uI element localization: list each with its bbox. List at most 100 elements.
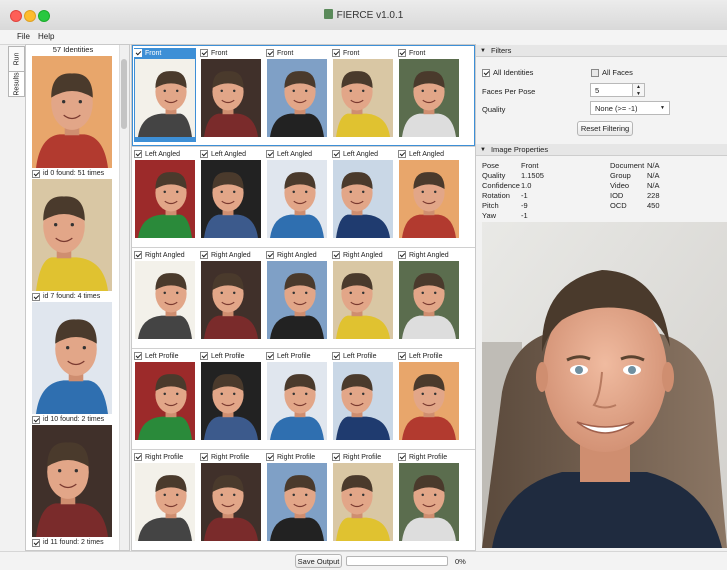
face-thumbnail[interactable] bbox=[135, 59, 195, 137]
face-tile[interactable]: Front bbox=[398, 48, 460, 142]
face-thumbnail[interactable] bbox=[333, 59, 393, 137]
face-thumbnail[interactable] bbox=[333, 261, 393, 339]
face-thumbnail[interactable] bbox=[399, 261, 459, 339]
tile-checkbox[interactable] bbox=[398, 352, 406, 360]
identities-scrollbar[interactable] bbox=[119, 45, 129, 550]
all-faces-check[interactable] bbox=[591, 68, 599, 77]
tile-checkbox[interactable] bbox=[134, 453, 142, 461]
tile-checkbox[interactable] bbox=[398, 49, 406, 57]
tile-checkbox[interactable] bbox=[332, 49, 340, 57]
face-tile[interactable]: Left Angled bbox=[332, 149, 394, 243]
stepper-up-icon[interactable]: ▲ bbox=[633, 84, 644, 91]
face-tile[interactable]: Right Profile bbox=[266, 452, 328, 546]
identity-card[interactable]: id 7 found: 4 times bbox=[32, 179, 112, 302]
face-thumbnail[interactable] bbox=[399, 59, 459, 137]
face-tile[interactable]: Front bbox=[332, 48, 394, 142]
tile-checkbox[interactable] bbox=[266, 352, 274, 360]
tile-checkbox[interactable] bbox=[134, 150, 142, 158]
tile-checkbox[interactable] bbox=[200, 49, 208, 57]
identity-checkbox[interactable] bbox=[32, 538, 40, 547]
face-thumbnail[interactable] bbox=[333, 463, 393, 541]
face-thumbnail[interactable] bbox=[201, 59, 261, 137]
all-faces-checkbox[interactable]: All Faces bbox=[591, 68, 633, 77]
face-tile[interactable]: Front bbox=[134, 48, 196, 142]
face-tile[interactable]: Right Angled bbox=[398, 250, 460, 344]
all-identities-checkbox[interactable]: All Identities bbox=[482, 68, 533, 77]
face-thumbnail[interactable] bbox=[135, 463, 195, 541]
faces-per-pose-stepper[interactable]: ▲ ▼ bbox=[633, 83, 645, 97]
face-tile[interactable]: Left Angled bbox=[266, 149, 328, 243]
face-thumbnail[interactable] bbox=[399, 463, 459, 541]
face-tile[interactable]: Right Profile bbox=[398, 452, 460, 546]
identity-thumbnail[interactable] bbox=[32, 425, 112, 537]
face-thumbnail[interactable] bbox=[201, 463, 261, 541]
face-tile[interactable]: Right Angled bbox=[266, 250, 328, 344]
face-tile[interactable]: Right Profile bbox=[200, 452, 262, 546]
face-tile[interactable]: Right Angled bbox=[332, 250, 394, 344]
tile-checkbox[interactable] bbox=[200, 352, 208, 360]
tile-checkbox[interactable] bbox=[266, 251, 274, 259]
all-identities-check[interactable] bbox=[482, 68, 490, 77]
identity-checkbox[interactable] bbox=[32, 415, 40, 424]
face-thumbnail[interactable] bbox=[333, 362, 393, 440]
tile-checkbox[interactable] bbox=[332, 251, 340, 259]
face-thumbnail[interactable] bbox=[267, 59, 327, 137]
face-tile[interactable]: Left Angled bbox=[398, 149, 460, 243]
face-tile[interactable]: Right Angled bbox=[134, 250, 196, 344]
face-thumbnail[interactable] bbox=[201, 160, 261, 238]
face-tile[interactable]: Left Profile bbox=[398, 351, 460, 445]
tile-checkbox[interactable] bbox=[398, 453, 406, 461]
face-tile[interactable]: Left Angled bbox=[134, 149, 196, 243]
tile-checkbox[interactable] bbox=[332, 150, 340, 158]
identity-card[interactable]: id 0 found: 51 times bbox=[32, 56, 112, 179]
face-tile[interactable]: Left Profile bbox=[200, 351, 262, 445]
face-tile[interactable]: Left Profile bbox=[332, 351, 394, 445]
face-tile[interactable]: Right Profile bbox=[134, 452, 196, 546]
face-thumbnail[interactable] bbox=[201, 362, 261, 440]
face-tile[interactable]: Left Profile bbox=[266, 351, 328, 445]
tile-checkbox[interactable] bbox=[134, 251, 142, 259]
identity-thumbnail[interactable] bbox=[32, 56, 112, 168]
tile-checkbox[interactable] bbox=[200, 251, 208, 259]
faces-per-pose-input[interactable]: 5 bbox=[590, 83, 633, 97]
face-thumbnail[interactable] bbox=[135, 362, 195, 440]
quality-select[interactable]: None (>= -1) ▼ bbox=[590, 101, 670, 115]
tile-checkbox[interactable] bbox=[266, 453, 274, 461]
face-thumbnail[interactable] bbox=[267, 362, 327, 440]
identity-card[interactable]: id 10 found: 2 times bbox=[32, 302, 112, 425]
face-thumbnail[interactable] bbox=[267, 261, 327, 339]
identity-card[interactable]: id 11 found: 2 times bbox=[32, 425, 112, 548]
tile-checkbox[interactable] bbox=[332, 453, 340, 461]
face-thumbnail[interactable] bbox=[201, 261, 261, 339]
identity-thumbnail[interactable] bbox=[32, 302, 112, 414]
face-thumbnail[interactable] bbox=[333, 160, 393, 238]
face-tile[interactable]: Left Profile bbox=[134, 351, 196, 445]
tile-checkbox[interactable] bbox=[200, 453, 208, 461]
face-tile[interactable]: Front bbox=[266, 48, 328, 142]
scrollbar-thumb[interactable] bbox=[121, 59, 127, 129]
face-tile[interactable]: Left Angled bbox=[200, 149, 262, 243]
face-thumbnail[interactable] bbox=[267, 463, 327, 541]
identity-checkbox[interactable] bbox=[32, 292, 40, 301]
face-thumbnail[interactable] bbox=[399, 362, 459, 440]
face-thumbnail[interactable] bbox=[267, 160, 327, 238]
tab-run[interactable]: Run bbox=[8, 46, 25, 72]
tile-checkbox[interactable] bbox=[266, 150, 274, 158]
identity-thumbnail[interactable] bbox=[32, 179, 112, 291]
image-properties-header[interactable]: ▼ Image Properties bbox=[476, 144, 727, 156]
face-tile[interactable]: Right Angled bbox=[200, 250, 262, 344]
face-thumbnail[interactable] bbox=[135, 261, 195, 339]
face-tile[interactable]: Front bbox=[200, 48, 262, 142]
reset-filtering-button[interactable]: Reset Filtering bbox=[577, 121, 633, 136]
face-thumbnail[interactable] bbox=[399, 160, 459, 238]
menu-file[interactable]: File bbox=[17, 32, 30, 41]
identity-checkbox[interactable] bbox=[32, 169, 40, 178]
save-output-button[interactable]: Save Output bbox=[295, 554, 342, 568]
tile-checkbox[interactable] bbox=[200, 150, 208, 158]
tile-checkbox[interactable] bbox=[332, 352, 340, 360]
face-tile[interactable]: Right Profile bbox=[332, 452, 394, 546]
tile-checkbox[interactable] bbox=[398, 150, 406, 158]
stepper-down-icon[interactable]: ▼ bbox=[633, 91, 644, 98]
tile-checkbox[interactable] bbox=[134, 49, 142, 57]
tile-checkbox[interactable] bbox=[266, 49, 274, 57]
